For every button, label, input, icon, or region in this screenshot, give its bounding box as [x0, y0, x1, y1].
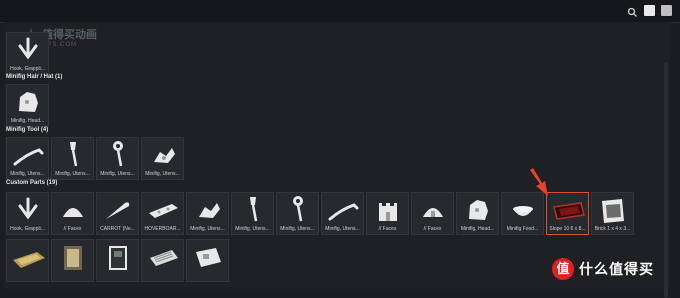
part-tile[interactable]: Minifig, Utens... — [321, 192, 364, 235]
part-label: // Faces — [378, 226, 397, 232]
part-label: Minifig, Utens... — [55, 171, 90, 177]
crowbar-icon — [322, 193, 363, 227]
hoverboard-icon — [142, 193, 183, 227]
part-tile[interactable]: Minifig, Utens... — [231, 192, 274, 235]
part-label: Minifig, Utens... — [10, 171, 45, 177]
part-tile[interactable]: Minifig, Head... — [6, 84, 49, 127]
tile-plain-icon — [187, 240, 228, 274]
wrench-icon — [277, 193, 318, 227]
part-label: Minifig, Head... — [10, 118, 45, 124]
red-arrow-annotation-icon — [530, 168, 548, 196]
dome-icon — [52, 193, 93, 227]
tool-cluster-icon — [142, 138, 183, 172]
tile-dark-icon — [97, 240, 138, 274]
section-title-minifig-hair: Minifig Hair / Hat (1) — [6, 74, 63, 80]
part-tile[interactable]: Minifig, Utens... — [96, 137, 139, 180]
brand-watermark: 值 什么值得买 — [552, 258, 654, 280]
tile-ornate-icon — [52, 240, 93, 274]
part-label: // Faces — [63, 226, 82, 232]
minifig-headgear-icon — [457, 193, 498, 227]
part-label: Slope 10 6 x 8... — [549, 226, 586, 232]
section-title-minifig-tool: Minifig Tool (4) — [6, 127, 49, 133]
part-tile[interactable]: // Faces — [366, 192, 409, 235]
part-tile[interactable]: Minifig, Utens... — [186, 192, 229, 235]
castle-icon — [367, 193, 408, 227]
part-tile[interactable]: Brick 1 x 4 x 3... — [591, 192, 634, 235]
brick-panel-icon — [592, 193, 633, 227]
grapple-hook-icon — [7, 193, 48, 227]
brand-badge: 值 — [552, 258, 574, 280]
part-label: Minifig Food... — [506, 226, 539, 232]
part-tile[interactable]: Minifig Food... — [501, 192, 544, 235]
part-tile[interactable]: Minifig, Utens... — [141, 137, 184, 180]
part-label: Hook, Grappli... — [10, 66, 45, 72]
watermark-title: 值得买动画 — [42, 29, 97, 41]
part-tile[interactable] — [186, 239, 229, 282]
grey-square-icon[interactable] — [661, 5, 672, 16]
search-icon[interactable] — [627, 5, 638, 17]
part-label: CARROT (Ne... — [100, 226, 135, 232]
part-label: Minifig, Utens... — [280, 226, 315, 232]
scrollbar[interactable] — [664, 62, 668, 298]
part-label: Minifig, Utens... — [190, 226, 225, 232]
bowl-icon — [502, 193, 543, 227]
part-label: Minifig, Utens... — [325, 226, 360, 232]
part-tile[interactable]: Minifig, Utens... — [51, 137, 94, 180]
part-tile[interactable] — [96, 239, 139, 282]
wrench-icon — [97, 138, 138, 172]
part-tile-selected[interactable]: Slope 10 6 x 8... — [546, 192, 589, 235]
part-tile[interactable]: Minifig, Utens... — [6, 137, 49, 180]
part-tile[interactable]: CARROT (Ne... — [96, 192, 139, 235]
part-tile[interactable]: Minifig, Head... — [456, 192, 499, 235]
part-label: Minifig, Utens... — [235, 226, 270, 232]
minifig-headgear-icon — [7, 85, 48, 119]
shovel-icon — [232, 193, 273, 227]
brand-text: 什么值得买 — [579, 261, 654, 277]
watermark-sub: DPS.COM — [42, 42, 78, 48]
part-label: Minifig, Utens... — [145, 171, 180, 177]
part-tile[interactable]: // Faces — [411, 192, 454, 235]
crowbar-icon — [7, 138, 48, 172]
part-label: Brick 1 x 4 x 3... — [594, 226, 631, 232]
toolbar-icons — [627, 5, 672, 17]
white-square-icon[interactable] — [644, 5, 655, 16]
part-tile[interactable]: Minifig, Utens... — [276, 192, 319, 235]
tile-gold-icon — [7, 240, 48, 274]
top-toolbar — [0, 0, 680, 23]
carrot-icon — [97, 193, 138, 227]
part-label: Hook, Grappli... — [10, 226, 45, 232]
slope-red-icon — [547, 193, 588, 227]
shovel-icon — [52, 138, 93, 172]
part-tile[interactable]: HOVERBOAR... — [141, 192, 184, 235]
part-tile[interactable] — [141, 239, 184, 282]
part-tile[interactable]: // Faces — [51, 192, 94, 235]
part-tile[interactable]: Hook, Grappli... — [6, 192, 49, 235]
part-label: // Faces — [423, 226, 442, 232]
part-label: HOVERBOAR... — [144, 226, 181, 232]
part-tile[interactable]: Hook, Grappli... — [6, 32, 49, 75]
dome-icon — [412, 193, 453, 227]
tile-grille-icon — [142, 240, 183, 274]
grapple-hook-icon — [7, 33, 48, 67]
part-tile[interactable] — [51, 239, 94, 282]
section-title-custom-parts: Custom Parts (19) — [6, 180, 58, 186]
part-label: Minifig, Utens... — [100, 171, 135, 177]
part-tile[interactable] — [6, 239, 49, 282]
tool-cluster-icon — [187, 193, 228, 227]
part-label: Minifig, Head... — [460, 226, 495, 232]
